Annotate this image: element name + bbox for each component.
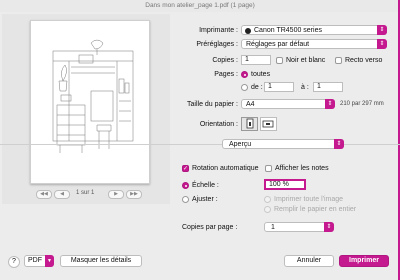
duplex-checkbox[interactable] bbox=[335, 57, 342, 64]
printer-icon bbox=[245, 28, 251, 34]
chevron-updown-icon: ⇕ bbox=[334, 139, 344, 149]
paper-size-label: Taille du papier : bbox=[187, 101, 238, 108]
chevron-updown-icon: ⇕ bbox=[324, 222, 334, 232]
scale-radio[interactable] bbox=[182, 182, 189, 189]
window-title: Dans mon atelier_page 1.pdf (1 page) bbox=[145, 2, 255, 9]
last-page-button[interactable]: ▶▶ bbox=[126, 190, 142, 199]
printer-value: Canon TR4500 series bbox=[254, 27, 322, 34]
pages-all-radio[interactable] bbox=[241, 71, 248, 78]
pages-range-radio[interactable] bbox=[241, 84, 248, 91]
chevron-updown-icon: ⇕ bbox=[377, 39, 387, 49]
fill-paper-label: Remplir le papier en entier bbox=[274, 206, 357, 213]
portrait-icon bbox=[246, 118, 254, 129]
fill-paper-radio[interactable] bbox=[264, 206, 271, 213]
section-select[interactable]: Aperçu ⇕ bbox=[222, 139, 344, 149]
orientation-label: Orientation : bbox=[199, 121, 238, 128]
scale-label: Échelle : bbox=[192, 182, 219, 189]
scale-field[interactable]: 100 % bbox=[264, 179, 306, 190]
show-notes-label: Afficher les notes bbox=[275, 165, 329, 172]
copies-per-page-value: 1 bbox=[271, 224, 275, 231]
copies-label: Copies : bbox=[212, 57, 238, 64]
first-page-button[interactable]: ◀◀ bbox=[36, 190, 52, 199]
presets-value: Réglages par défaut bbox=[246, 41, 310, 48]
copies-per-page-select[interactable]: 1 ⇕ bbox=[264, 222, 334, 232]
sketch-illustration bbox=[52, 39, 134, 153]
black-white-checkbox[interactable] bbox=[276, 57, 283, 64]
portrait-button[interactable] bbox=[241, 117, 258, 131]
section-value: Aperçu bbox=[229, 141, 252, 148]
pdf-label: PDF bbox=[28, 257, 42, 264]
paper-size-value: A4 bbox=[246, 101, 255, 108]
copies-field[interactable]: 1 bbox=[241, 55, 271, 65]
landscape-button[interactable] bbox=[260, 117, 277, 131]
hide-details-button[interactable]: Masquer les détails bbox=[60, 255, 142, 267]
auto-rotate-label: Rotation automatique bbox=[192, 165, 259, 172]
black-white-label: Noir et blanc bbox=[286, 57, 326, 64]
print-entire-label: Imprimer toute l'image bbox=[274, 196, 344, 203]
print-button[interactable]: Imprimer bbox=[339, 255, 389, 267]
duplex-label: Recto verso bbox=[345, 57, 383, 64]
fit-label: Ajuster : bbox=[192, 196, 218, 203]
page-preview bbox=[30, 20, 150, 184]
cancel-button[interactable]: Annuler bbox=[284, 255, 334, 267]
auto-rotate-checkbox[interactable]: ✓ bbox=[182, 165, 189, 172]
landscape-icon bbox=[262, 120, 274, 128]
previous-page-button[interactable]: ◀ bbox=[54, 190, 70, 199]
fit-radio[interactable] bbox=[182, 196, 189, 203]
pages-to-field[interactable]: 1 bbox=[313, 82, 343, 92]
pages-all-label: toutes bbox=[251, 71, 271, 78]
copies-per-page-label: Copies par page : bbox=[182, 224, 238, 231]
chevron-down-icon: ▼ bbox=[45, 255, 54, 267]
paper-dimensions: 210 par 297 mm bbox=[340, 101, 384, 107]
pdf-menu-button[interactable]: PDF ▼ bbox=[24, 255, 54, 267]
presets-select[interactable]: Réglages par défaut ⇕ bbox=[241, 39, 387, 49]
print-entire-radio[interactable] bbox=[264, 196, 271, 203]
paper-size-select[interactable]: A4 ⇕ bbox=[241, 99, 335, 109]
help-button[interactable]: ? bbox=[8, 256, 20, 268]
pages-from-field[interactable]: 1 bbox=[264, 82, 294, 92]
presets-label: Préréglages : bbox=[196, 41, 238, 48]
next-page-button[interactable]: ▶ bbox=[108, 190, 124, 199]
printer-label: Imprimante : bbox=[199, 27, 238, 34]
pages-from-label: de : bbox=[251, 84, 263, 91]
chevron-updown-icon: ⇕ bbox=[325, 99, 335, 109]
printer-select[interactable]: Canon TR4500 series ⇕ bbox=[241, 25, 387, 35]
chevron-updown-icon: ⇕ bbox=[377, 25, 387, 35]
page-indicator: 1 sur 1 bbox=[76, 190, 95, 196]
pages-label: Pages : bbox=[214, 71, 238, 78]
show-notes-checkbox[interactable] bbox=[265, 165, 272, 172]
pages-to-label: à : bbox=[301, 84, 309, 91]
